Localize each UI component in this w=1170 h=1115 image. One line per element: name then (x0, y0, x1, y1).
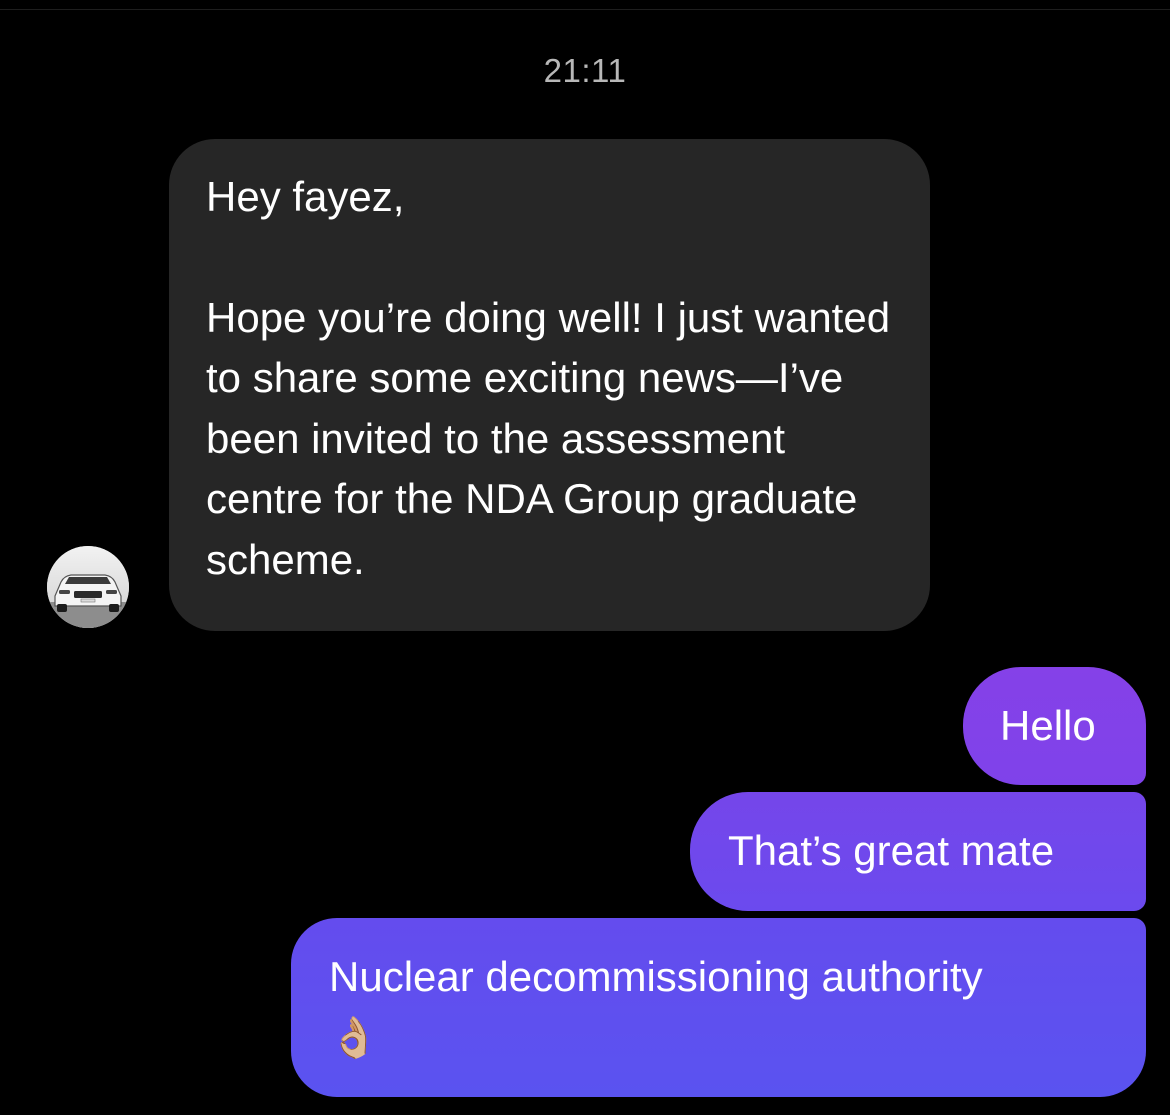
chat-screen: 21:11 Hey fayez, Hope you’re doing well!… (0, 0, 1170, 1115)
outgoing-message-text: That’s great mate (728, 827, 1055, 874)
outgoing-message-bubble[interactable]: Hello (963, 667, 1146, 785)
outgoing-message-bubble[interactable]: Nuclear decommissioning authority 👌🏼 (291, 918, 1146, 1097)
incoming-message-greeting: Hey fayez, (206, 173, 405, 220)
car-photo-icon (47, 546, 129, 628)
message-timestamp: 21:11 (543, 52, 627, 89)
outgoing-message-bubble[interactable]: That’s great mate (690, 792, 1146, 911)
incoming-message-bubble[interactable]: Hey fayez, Hope you’re doing well! I jus… (169, 139, 930, 631)
outgoing-message-text: Hello (1000, 702, 1096, 749)
contact-avatar[interactable] (47, 546, 129, 628)
incoming-message-body: Hope you’re doing well! I just wanted to… (206, 293, 891, 583)
top-divider (0, 9, 1170, 10)
outgoing-message-text: Nuclear decommissioning authority (329, 953, 983, 1000)
ok-hand-emoji-icon: 👌🏼 (329, 1016, 379, 1060)
